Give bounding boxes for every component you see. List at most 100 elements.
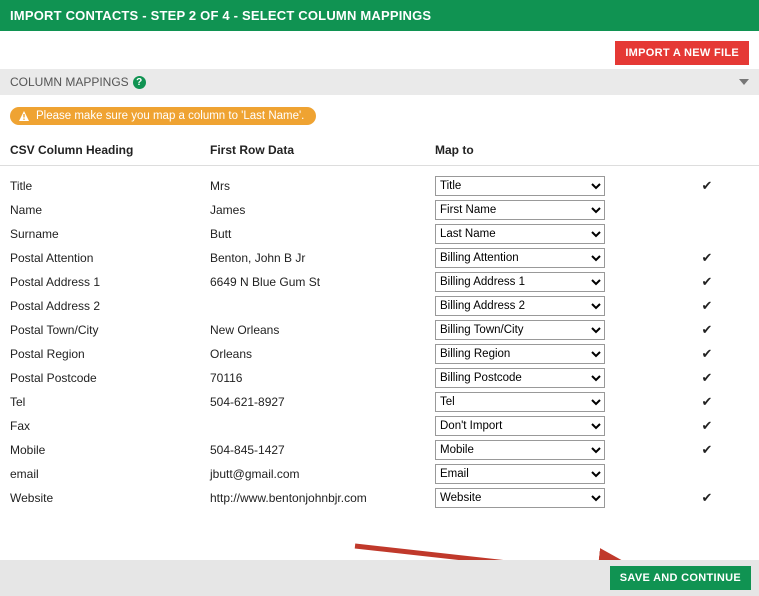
map-to-cell: Billing Attention — [435, 248, 665, 268]
warning-icon — [18, 110, 30, 122]
csv-heading: Title — [10, 179, 210, 193]
column-mappings-header[interactable]: COLUMN MAPPINGS ? — [0, 69, 759, 95]
mapping-row: Postal Town/CityNew OrleansBilling Town/… — [10, 318, 749, 342]
mapping-row: Mobile504-845-1427Mobile ✔ — [10, 438, 749, 462]
page-title-bar: IMPORT CONTACTS - STEP 2 OF 4 - SELECT C… — [0, 0, 759, 31]
csv-heading: Name — [10, 203, 210, 217]
mapping-row: Tel504-621-8927Tel ✔ — [10, 390, 749, 414]
warning-text: Please make sure you map a column to 'La… — [36, 110, 304, 122]
mapping-row: Websitehttp://www.bentonjohnbjr.comWebsi… — [10, 486, 749, 510]
save-continue-button[interactable]: SAVE AND CONTINUE — [610, 566, 751, 590]
map-to-select[interactable]: Don't Import — [435, 416, 605, 436]
map-to-select[interactable]: Email — [435, 464, 605, 484]
first-row-value: New Orleans — [210, 323, 435, 337]
csv-heading: Surname — [10, 227, 210, 241]
map-to-cell: Last Name — [435, 224, 665, 244]
col-status — [665, 143, 749, 157]
csv-heading: Postal Postcode — [10, 371, 210, 385]
mapping-rows: TitleMrsTitle✔NameJamesFirst NameSurname… — [0, 174, 759, 510]
map-to-cell: Email — [435, 464, 665, 484]
map-to-cell: Billing Address 2 — [435, 296, 665, 316]
check-icon: ✔ — [702, 322, 713, 337]
first-row-value: 70116 — [210, 371, 435, 385]
check-icon: ✔ — [702, 442, 713, 457]
warning-pill: Please make sure you map a column to 'La… — [10, 107, 316, 125]
status-check: ✔ — [665, 274, 749, 290]
csv-heading: Postal Town/City — [10, 323, 210, 337]
status-check: ✔ — [665, 178, 749, 194]
csv-heading: Postal Address 1 — [10, 275, 210, 289]
mapping-row: SurnameButtLast Name — [10, 222, 749, 246]
check-icon: ✔ — [702, 346, 713, 361]
import-new-file-button[interactable]: IMPORT A NEW FILE — [615, 41, 749, 65]
first-row-value: Orleans — [210, 347, 435, 361]
map-to-select[interactable]: Billing Address 1 — [435, 272, 605, 292]
first-row-value: 504-845-1427 — [210, 443, 435, 457]
map-to-select[interactable]: Tel — [435, 392, 605, 412]
map-to-cell: Don't Import — [435, 416, 665, 436]
map-to-select[interactable]: Website — [435, 488, 605, 508]
csv-heading: Mobile — [10, 443, 210, 457]
map-to-cell: Billing Region — [435, 344, 665, 364]
check-icon: ✔ — [702, 394, 713, 409]
mapping-row: TitleMrsTitle ✔ — [10, 174, 749, 198]
status-check: ✔ — [665, 322, 749, 338]
map-to-select[interactable]: Billing Region — [435, 344, 605, 364]
csv-heading: email — [10, 467, 210, 481]
map-to-select[interactable]: Last Name — [435, 224, 605, 244]
first-row-value: 6649 N Blue Gum St — [210, 275, 435, 289]
check-icon: ✔ — [702, 370, 713, 385]
map-to-cell: Billing Town/City — [435, 320, 665, 340]
status-check: ✔ — [665, 370, 749, 386]
footer-bar: SAVE AND CONTINUE — [0, 560, 759, 596]
map-to-select[interactable]: First Name — [435, 200, 605, 220]
map-to-cell: Mobile — [435, 440, 665, 460]
first-row-value: Mrs — [210, 179, 435, 193]
map-to-cell: Title — [435, 176, 665, 196]
status-check: ✔ — [665, 346, 749, 362]
help-icon[interactable]: ? — [133, 76, 146, 89]
col-map-to: Map to — [435, 143, 665, 157]
first-row-value: http://www.bentonjohnbjr.com — [210, 491, 435, 505]
mapping-row: Postal Address 2Billing Address 2✔ — [10, 294, 749, 318]
map-to-select[interactable]: Billing Postcode — [435, 368, 605, 388]
chevron-down-icon — [739, 79, 749, 85]
status-check: ✔ — [665, 394, 749, 410]
page-title: IMPORT CONTACTS - STEP 2 OF 4 - SELECT C… — [10, 8, 431, 23]
col-csv-heading: CSV Column Heading — [10, 143, 210, 157]
first-row-value: jbutt@gmail.com — [210, 467, 435, 481]
csv-heading: Tel — [10, 395, 210, 409]
csv-heading: Postal Attention — [10, 251, 210, 265]
map-to-select[interactable]: Mobile — [435, 440, 605, 460]
section-label: COLUMN MAPPINGS — [10, 75, 129, 89]
map-to-select[interactable]: Billing Town/City — [435, 320, 605, 340]
map-to-select[interactable]: Title — [435, 176, 605, 196]
map-to-cell: Tel — [435, 392, 665, 412]
first-row-value: Butt — [210, 227, 435, 241]
status-check: ✔ — [665, 418, 749, 434]
csv-heading: Postal Region — [10, 347, 210, 361]
status-check: ✔ — [665, 442, 749, 458]
mapping-row: Fax Don't Import ✔ — [10, 414, 749, 438]
first-row-value: 504-621-8927 — [210, 395, 435, 409]
map-to-cell: Website — [435, 488, 665, 508]
csv-heading: Website — [10, 491, 210, 505]
first-row-value: Benton, John B Jr — [210, 251, 435, 265]
map-to-select[interactable]: Billing Attention — [435, 248, 605, 268]
mapping-row: Postal RegionOrleansBilling Region ✔ — [10, 342, 749, 366]
col-first-row: First Row Data — [210, 143, 435, 157]
check-icon: ✔ — [702, 418, 713, 433]
check-icon: ✔ — [702, 178, 713, 193]
mapping-row: Postal Postcode70116Billing Postcode ✔ — [10, 366, 749, 390]
mapping-row: Postal AttentionBenton, John B JrBilling… — [10, 246, 749, 270]
csv-heading: Fax — [10, 419, 210, 433]
status-check: ✔ — [665, 490, 749, 506]
status-check: ✔ — [665, 250, 749, 266]
map-to-cell: Billing Address 1 — [435, 272, 665, 292]
map-to-select[interactable]: Billing Address 2 — [435, 296, 605, 316]
map-to-cell: First Name — [435, 200, 665, 220]
check-icon: ✔ — [702, 250, 713, 265]
table-header: CSV Column Heading First Row Data Map to — [0, 143, 759, 166]
csv-heading: Postal Address 2 — [10, 299, 210, 313]
check-icon: ✔ — [702, 490, 713, 505]
